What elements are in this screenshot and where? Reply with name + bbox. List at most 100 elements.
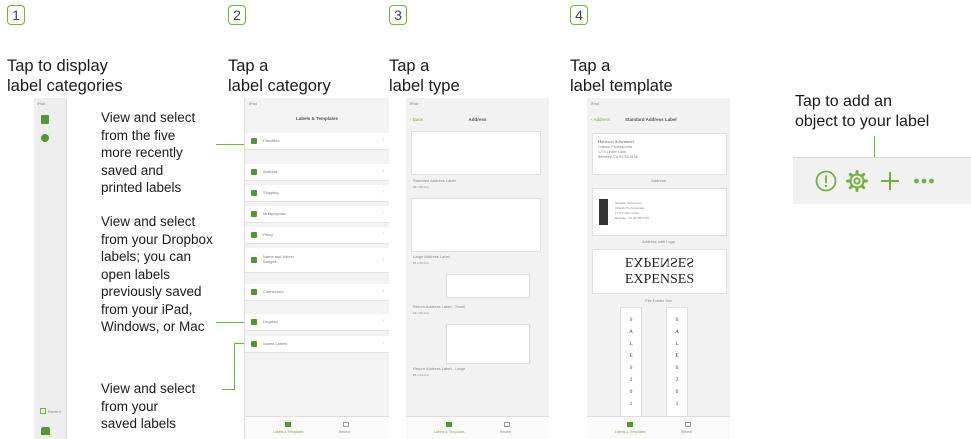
chevron-right-icon: ›: [382, 288, 384, 294]
multipurpose-icon: [251, 211, 257, 217]
people-icon[interactable]: [41, 427, 50, 435]
chevron-right-icon: ›: [382, 137, 384, 143]
caption-line: object to your label: [795, 113, 930, 130]
apple-icon[interactable]: [41, 134, 49, 142]
category-name-badges[interactable]: Name and Intrest Badges ›: [245, 248, 389, 273]
file-tab-char: A: [629, 329, 633, 335]
label-type-name: Return Address Label - Large: [413, 366, 466, 371]
file-tab-char: S: [675, 317, 679, 323]
people-icon[interactable]: [685, 422, 691, 427]
people-icon[interactable]: [343, 422, 349, 427]
toolbar: [793, 157, 971, 204]
screen-title: Standard Address Label: [625, 117, 677, 122]
label-type-name: Return Address Label - Small: [413, 304, 466, 309]
label-type-card-standard[interactable]: [411, 131, 541, 175]
callout-line: open labels: [101, 266, 171, 282]
label-type-card-return-small[interactable]: [446, 274, 530, 298]
home-icon[interactable]: [627, 422, 633, 427]
tab-recent[interactable]: Recent: [339, 430, 350, 435]
callout-toolbar: Tap to add an object to your label: [795, 92, 929, 132]
label-type-size: 36 x 89 mm: [413, 261, 429, 265]
section-address: Address: [651, 178, 666, 183]
category-filing[interactable]: Filing ›: [245, 227, 389, 244]
back-button[interactable]: ‹ Address: [591, 117, 610, 122]
step-1-badge: 1: [7, 5, 25, 25]
label-type-size: 19 x 51 mm: [413, 311, 429, 315]
callout-saved: View and select from your saved labels: [101, 380, 195, 433]
screen-title: Labels & Templates: [296, 116, 338, 121]
tab-labels-templates[interactable]: Labels & Templates: [434, 430, 464, 435]
chevron-right-icon: ›: [382, 168, 384, 174]
file-tab-char: A: [675, 329, 679, 335]
label-type-card-return-large[interactable]: [446, 324, 530, 364]
expenses-mirrored: EXPENSES: [624, 254, 695, 269]
settings-icon[interactable]: [845, 169, 869, 193]
tab-labels-templates[interactable]: Labels & Templates: [615, 430, 645, 435]
step-2-badge: 2: [228, 5, 246, 25]
add-icon[interactable]: [879, 170, 901, 192]
screen-3-label-types: iPad ‹ Back Address Standard Address Lab…: [406, 98, 549, 439]
caption-line: label type: [389, 77, 460, 95]
status-bar: iPad: [591, 101, 600, 106]
tab-recent[interactable]: Recent: [681, 430, 692, 435]
tab-recent[interactable]: Recent: [500, 430, 511, 435]
file-tab-char: S: [629, 365, 633, 371]
leader-line-saved-v: [234, 343, 236, 390]
category-address[interactable]: Address ›: [245, 164, 389, 181]
label-type-card-large[interactable]: [411, 198, 541, 252]
status-bar: iPad: [410, 101, 419, 106]
leader-line-recent: [216, 144, 246, 146]
sample-line: Harrison Schemmel: [598, 139, 634, 144]
badge-text: WOLF: [592, 205, 598, 218]
tab-labels-templates[interactable]: Labels & Templates: [273, 430, 303, 435]
file-tab-char: 0: [675, 389, 679, 395]
chevron-right-icon: ›: [382, 318, 384, 324]
callout-line: from the five: [101, 127, 176, 143]
category-shipping[interactable]: Shipping ›: [245, 185, 389, 202]
template-card-logo[interactable]: WOLF Harrison Schemmel Orlando Professio…: [592, 188, 727, 236]
people-icon[interactable]: [504, 422, 510, 427]
screen-4-templates: iPad ‹ Address Standard Address Label Ha…: [587, 98, 730, 439]
section-file: File Folder Tab: [645, 298, 672, 303]
category-multipurpose[interactable]: Multipurpose ›: [245, 206, 389, 223]
screen-2-categories: iPad Labels & Templates Favorites › Addre…: [244, 98, 389, 439]
category-saved-labels[interactable]: Saved Labels ›: [245, 336, 389, 353]
recent-icon[interactable]: [40, 408, 46, 414]
caption-line: Tap to add an: [795, 93, 892, 110]
chevron-right-icon: ›: [382, 340, 384, 346]
category-favorites[interactable]: Favorites ›: [245, 133, 389, 150]
callout-line: View and select: [101, 381, 196, 396]
category-connectors[interactable]: Connectors ›: [245, 284, 389, 301]
section-logo: Address with Logo: [642, 239, 675, 244]
step-2-caption: Tap a label category: [228, 56, 331, 96]
file-tab-char: 0: [629, 389, 633, 395]
template-card-address[interactable]: Harrison Schemmel Orlando Professionals …: [592, 133, 727, 175]
callout-line: more recently: [101, 145, 183, 160]
home-icon[interactable]: [285, 422, 291, 427]
dropbox-icon: [251, 319, 257, 325]
template-card-expenses[interactable]: EXPENSES EXPENSES: [592, 249, 727, 294]
connectors-icon: [251, 289, 257, 295]
status-bar: iPad: [37, 101, 46, 106]
file-tab-left[interactable]: S A L E S 2 0 1: [620, 307, 642, 419]
step-3-caption: Tap a label type: [389, 56, 460, 96]
callout-line: saved and: [101, 162, 164, 178]
chevron-right-icon: ›: [382, 231, 384, 237]
category-dropbox[interactable]: Dropbox ›: [245, 314, 389, 331]
more-icon[interactable]: [913, 177, 935, 185]
callout-line: labels; you can: [101, 249, 192, 264]
chevron-right-icon: ›: [382, 257, 384, 263]
label-type-size: 25 x 54 mm: [413, 373, 429, 377]
file-tab-chars: S A L E S 2 0 1: [621, 314, 641, 410]
callout-line: from your iPad,: [101, 301, 193, 317]
callout-line: Windows, or Mac: [101, 319, 205, 334]
home-icon[interactable]: [446, 422, 452, 427]
file-tab-char: L: [675, 341, 679, 347]
step-1-caption: Tap to display label categories: [7, 56, 123, 96]
file-tab-right[interactable]: S A L E S 2 0 1: [666, 307, 688, 419]
caption-line: Tap to display: [7, 57, 108, 75]
labels-icon[interactable]: [41, 115, 49, 124]
file-tab-char: 2: [629, 377, 633, 383]
leader-line-saved-h2: [222, 389, 235, 391]
help-icon[interactable]: [815, 170, 837, 192]
